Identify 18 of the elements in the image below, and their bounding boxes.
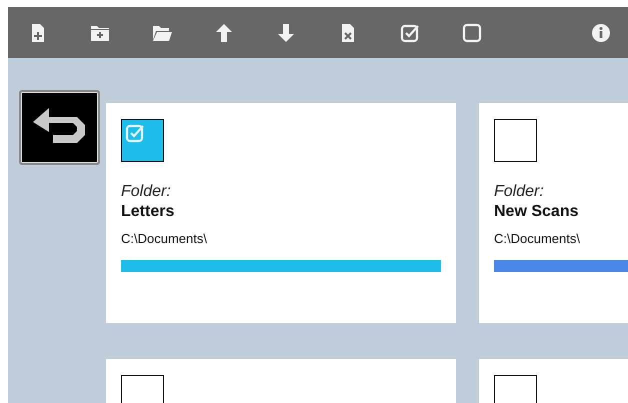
info-icon: [591, 22, 611, 42]
back-button[interactable]: [19, 90, 100, 165]
folder-path: C:\Documents\: [494, 231, 581, 246]
folder-card[interactable]: Folder: Letters C:\Documents\: [106, 103, 456, 323]
checkbox[interactable]: [121, 119, 164, 162]
checkbox[interactable]: [494, 119, 537, 162]
folder-card[interactable]: Folder: New Scans C:\Documents\: [479, 103, 628, 323]
checkmark-icon: [125, 123, 145, 143]
down-arrow-icon: [276, 22, 296, 42]
info-button[interactable]: [591, 22, 611, 42]
folder-name: Letters: [121, 203, 176, 221]
folder-name: New Scans: [494, 203, 580, 221]
folder-label: Folder:: [494, 183, 545, 201]
checkbox-empty-icon: [462, 22, 482, 42]
up-arrow-icon: [214, 22, 234, 42]
checkbox-checked-icon: [400, 22, 420, 42]
folder-path: C:\Documents\: [121, 231, 208, 246]
folder-label: Folder:: [121, 183, 172, 201]
